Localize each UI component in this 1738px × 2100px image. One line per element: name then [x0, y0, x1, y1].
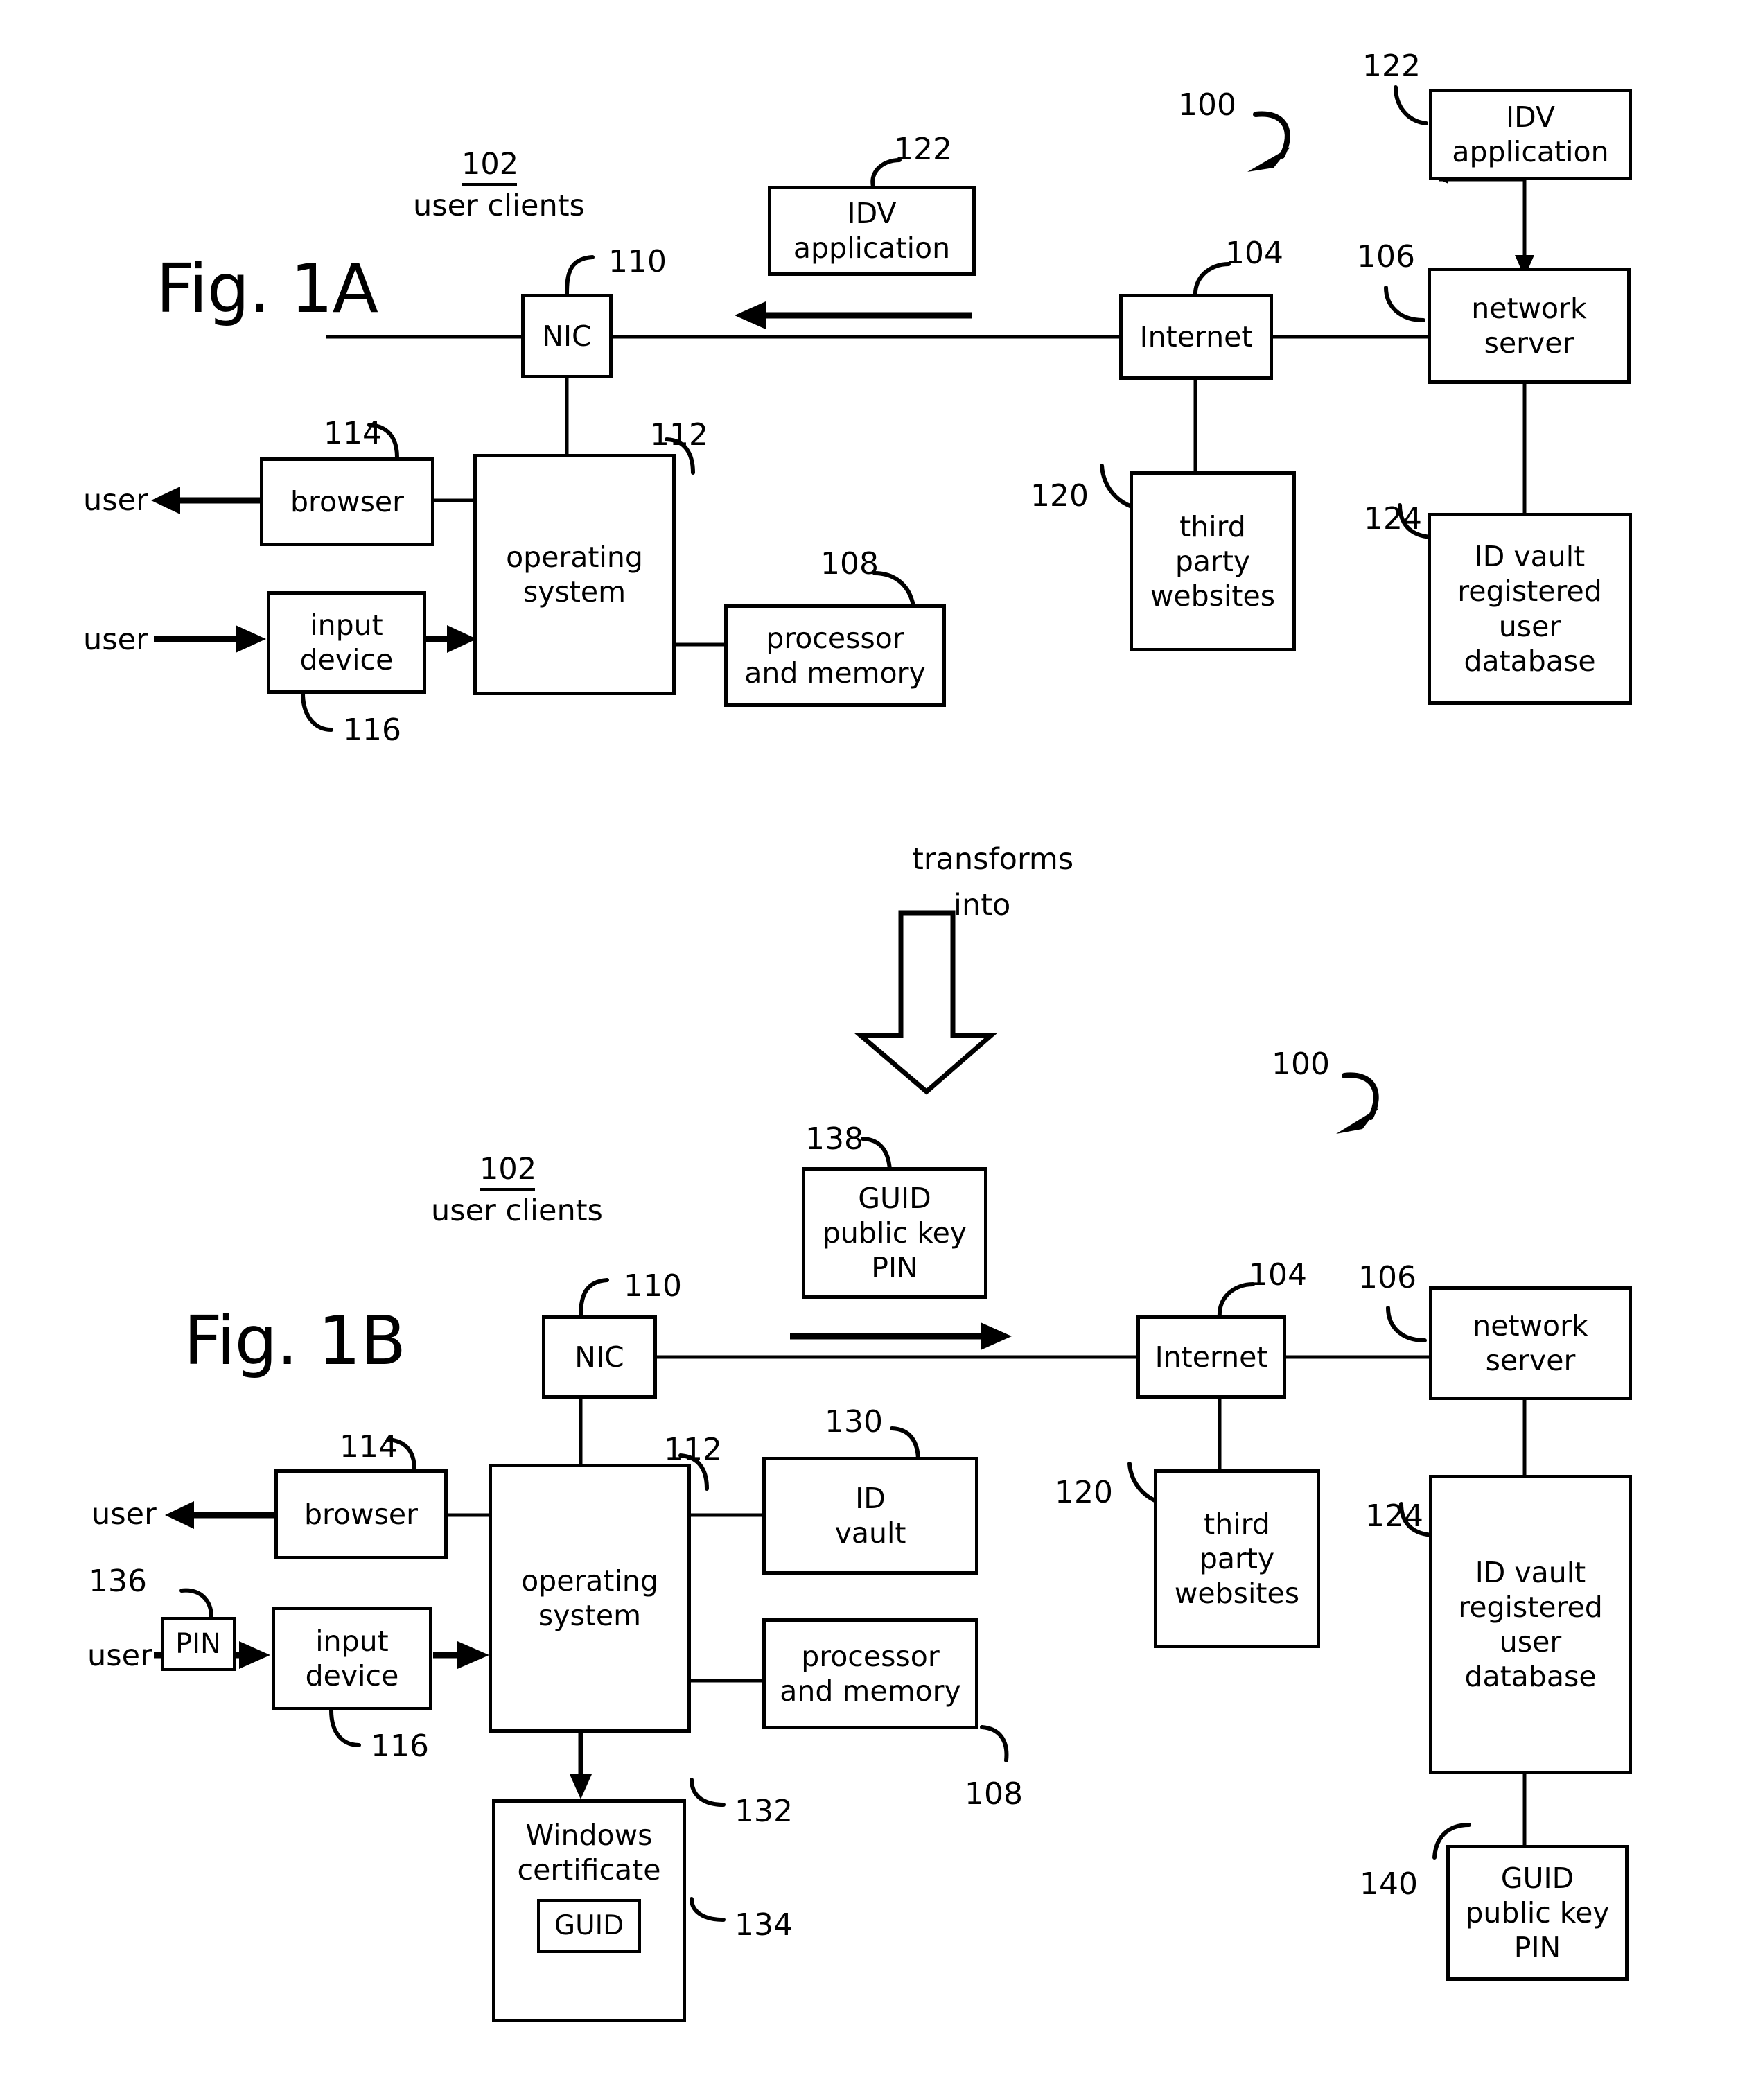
processor-memory-ref-1a: 108: [820, 546, 879, 581]
operating-system-box-1a[interactable]: operating system: [473, 454, 676, 695]
idv-application-server-box-1a[interactable]: IDV application: [1429, 89, 1632, 180]
nic-ref-1a: 110: [608, 244, 667, 279]
transform-label-line2: into: [954, 888, 1011, 922]
third-party-websites-box-1b[interactable]: third party websites: [1154, 1469, 1320, 1648]
input-device-ref-1a: 116: [343, 712, 401, 748]
figA-browser-user-arrow: [151, 487, 263, 514]
input-device-ref-1b: 116: [371, 1729, 429, 1764]
guid-box-1b[interactable]: GUID: [537, 1899, 641, 1953]
figA-input-os-arrow: [425, 625, 477, 653]
user-clients-group-number-1a: 102: [462, 147, 518, 186]
input-device-box-1b[interactable]: input device: [272, 1607, 432, 1710]
internet-ref-1b: 104: [1249, 1257, 1307, 1293]
user-clients-group-label-1b: 102 user clients: [431, 1152, 603, 1228]
idv-application-box-1a[interactable]: IDV application: [768, 186, 976, 276]
figA-system-pointer: [1247, 111, 1290, 172]
system-ref-1a: 100: [1178, 87, 1236, 123]
user-input-label-1a: user: [83, 622, 148, 657]
processor-memory-box-1b[interactable]: processor and memory: [762, 1618, 978, 1729]
user-input-label-1b: user: [87, 1638, 152, 1673]
user-output-label-1a: user: [83, 483, 148, 518]
internet-ref-1a: 104: [1225, 236, 1283, 271]
figB-browser-user-arrow: [165, 1501, 276, 1529]
id-vault-box-1b[interactable]: ID vault: [762, 1457, 978, 1575]
figA-flow-arrow-left: [735, 301, 972, 329]
user-clients-group-text-1a: user clients: [413, 189, 585, 223]
network-server-ref-1b: 106: [1358, 1260, 1416, 1295]
nic-box-1b[interactable]: NIC: [542, 1315, 657, 1399]
third-party-websites-ref-1b: 120: [1055, 1475, 1113, 1510]
operating-system-ref-1a: 112: [650, 417, 708, 453]
id-vault-db-ref-1a: 124: [1364, 501, 1422, 536]
guid-ref-1b: 134: [735, 1907, 793, 1943]
figA-user-input-arrow: [154, 625, 266, 653]
figB-os-certificate-arrow: [570, 1731, 592, 1799]
idv-application-ref-1a: 122: [894, 132, 952, 167]
browser-box-1a[interactable]: browser: [260, 457, 434, 546]
transform-label-line1: transforms: [912, 842, 1074, 877]
figB-flow-arrow-right: [790, 1322, 1012, 1350]
guid-packet-box-1b[interactable]: GUID public key PIN: [802, 1167, 988, 1299]
guid-packet-ref-1b: 138: [805, 1121, 863, 1157]
figB-system-pointer: [1336, 1072, 1379, 1134]
figure-title-1a: Fig. 1A: [156, 250, 378, 328]
nic-box-1a[interactable]: NIC: [521, 294, 613, 378]
third-party-websites-box-1a[interactable]: third party websites: [1130, 471, 1296, 651]
third-party-websites-ref-1a: 120: [1030, 478, 1089, 514]
windows-certificate-label-1b: Windows certificate: [517, 1819, 661, 1887]
id-vault-db-box-1b[interactable]: ID vault registered user database: [1429, 1475, 1632, 1774]
guid-record-ref-1b: 140: [1360, 1866, 1418, 1902]
guid-record-box-1b[interactable]: GUID public key PIN: [1446, 1845, 1629, 1981]
id-vault-db-ref-1b: 124: [1365, 1498, 1423, 1534]
network-server-box-1b[interactable]: network server: [1429, 1286, 1632, 1400]
system-ref-1b: 100: [1272, 1047, 1330, 1082]
idv-to-server-arrow: [1515, 180, 1534, 277]
processor-memory-ref-1b: 108: [965, 1776, 1023, 1812]
id-vault-ref-1b: 130: [825, 1404, 883, 1440]
network-server-ref-1a: 106: [1357, 239, 1415, 274]
patent-figure-sheet: Fig. 1A 102 user clients 100 NIC 110 IDV…: [0, 0, 1738, 2100]
network-server-box-1a[interactable]: network server: [1428, 268, 1631, 384]
processor-memory-box-1a[interactable]: processor and memory: [724, 604, 946, 707]
input-device-box-1a[interactable]: input device: [267, 591, 426, 694]
figB-input-os-arrow: [433, 1641, 489, 1669]
browser-ref-1a: 114: [324, 416, 382, 451]
transform-arrow-shape: [854, 910, 998, 1095]
user-clients-group-number-1b: 102: [480, 1152, 536, 1191]
nic-ref-1b: 110: [624, 1268, 682, 1304]
windows-certificate-ref-1b: 132: [735, 1794, 793, 1829]
user-output-label-1b: user: [91, 1497, 157, 1532]
browser-ref-1b: 114: [340, 1429, 398, 1464]
user-clients-group-label-1a: 102 user clients: [413, 147, 585, 223]
internet-box-1a[interactable]: Internet: [1119, 294, 1273, 380]
operating-system-box-1b[interactable]: operating system: [489, 1464, 691, 1733]
pin-ref-1b: 136: [89, 1564, 147, 1599]
pin-box-1b[interactable]: PIN: [161, 1617, 236, 1671]
user-clients-group-text-1b: user clients: [431, 1193, 603, 1228]
browser-box-1b[interactable]: browser: [274, 1469, 448, 1559]
internet-box-1b[interactable]: Internet: [1136, 1315, 1286, 1399]
operating-system-ref-1b: 112: [664, 1432, 722, 1467]
id-vault-db-box-1a[interactable]: ID vault registered user database: [1428, 513, 1632, 705]
idv-application-server-ref-1a: 122: [1362, 49, 1421, 84]
figure-title-1b: Fig. 1B: [184, 1302, 406, 1380]
